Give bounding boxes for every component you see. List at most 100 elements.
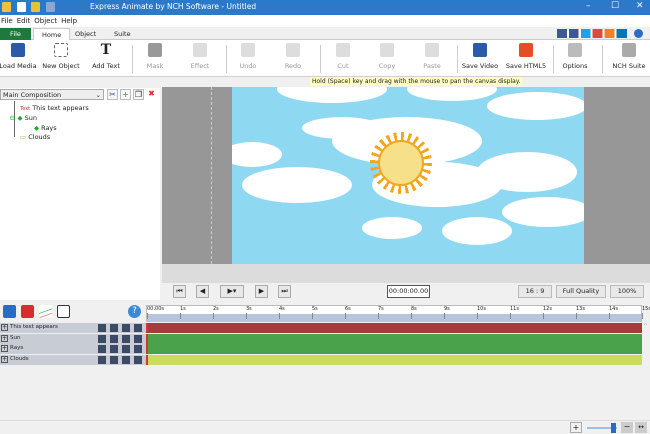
effects-icon[interactable] [110,345,118,353]
lock-icon[interactable] [122,324,130,332]
new-object-button[interactable]: New Object [37,43,85,70]
title-bar: Express Animate by NCH Software - Untitl… [0,0,650,15]
effects-icon[interactable] [110,355,118,364]
zoom-slider-thumb[interactable] [610,423,616,433]
fit-timeline-icon[interactable] [57,305,70,318]
tree-item-sun[interactable]: ⊟ ◆ Sun [10,114,37,122]
zoom-fit-button[interactable]: ↔ [635,422,647,433]
zoom-level-button[interactable]: 100% [610,285,644,298]
new-file-icon[interactable] [17,2,26,12]
properties-icon[interactable] [134,324,142,332]
tab-file[interactable]: File [0,28,31,40]
tree-item-clouds[interactable]: ▭ Clouds [20,133,50,141]
track-label[interactable]: + Sun [0,333,146,344]
effects-icon[interactable] [110,334,118,343]
properties-icon[interactable] [134,334,142,343]
expand-icon[interactable]: + [1,324,8,331]
duplicate-composition-button[interactable]: ❐ [133,89,144,100]
minimize-button[interactable]: – [586,1,591,11]
timeline-track[interactable]: + Rays [0,344,642,354]
paste-button[interactable]: Paste [408,43,456,70]
visibility-icon[interactable] [98,334,106,343]
save-video-button[interactable]: Save Video [456,43,504,70]
animation-stage[interactable] [232,87,584,264]
composition-select[interactable]: Main Composition ⌄ [0,89,104,100]
timeline-track[interactable]: + Sun [0,333,642,344]
track-clip[interactable] [146,323,642,333]
track-clip[interactable] [146,344,642,354]
track-clip[interactable] [146,333,642,344]
track-clip[interactable] [146,354,642,365]
tab-object[interactable]: Object [67,28,104,40]
close-button[interactable]: ✕ [636,1,644,11]
lock-icon[interactable] [122,355,130,364]
expand-icon[interactable]: + [1,334,8,342]
zoom-in-button[interactable]: + [570,422,582,433]
timeline-track[interactable]: + This text appears [0,323,642,333]
properties-icon[interactable] [134,355,142,364]
previous-frame-button[interactable]: ◀ [196,285,209,298]
ruler-tick: 4s [279,306,285,319]
menu-object[interactable]: Object [33,15,60,25]
ruler-tick: 2s [213,306,219,319]
expand-icon[interactable]: + [1,345,8,352]
tree-item-text[interactable]: Text This text appears [20,104,89,112]
cut-button[interactable]: Cut [319,43,367,70]
tab-home[interactable]: Home [33,28,71,40]
keyframe-curve-icon[interactable] [39,305,52,318]
effects-icon[interactable] [110,324,118,332]
zoom-out-button[interactable]: − [621,422,633,433]
expand-icon[interactable]: + [1,355,8,363]
save-html5-button[interactable]: Save HTML5 [502,43,550,70]
magnet-snap-icon[interactable] [21,305,34,318]
quality-button[interactable]: Full Quality [556,285,606,298]
help-icon[interactable] [634,29,643,38]
menu-file[interactable]: File [0,15,16,25]
options-button[interactable]: Options [551,43,599,70]
add-text-button[interactable]: T Add Text [82,43,130,70]
properties-icon[interactable] [134,345,142,353]
composition-settings-button[interactable]: ✂ [107,89,118,100]
copy-button[interactable]: Copy [363,43,411,70]
tab-suite[interactable]: Suite [106,28,139,40]
save-icon[interactable] [46,2,55,12]
menu-help[interactable]: Help [60,15,80,25]
go-to-start-button[interactable]: ⏮ [173,285,186,298]
new-object-icon [54,43,68,57]
redo-icon [286,43,300,57]
timeline-track[interactable]: + Clouds [0,354,642,365]
tree-item-rays[interactable]: ◆ Rays [34,124,57,132]
track-label[interactable]: + Clouds [0,354,146,365]
help-icon[interactable]: ? [128,305,141,318]
visibility-icon[interactable] [98,345,106,353]
effect-button[interactable]: Effect [176,43,224,70]
open-folder-icon[interactable] [31,2,40,12]
aspect-ratio-button[interactable]: 16 : 9 [518,285,552,298]
cloud [407,87,497,101]
mask-button[interactable]: Mask [131,43,179,70]
load-media-button[interactable]: Load Media [0,43,42,70]
add-composition-button[interactable]: + [120,89,131,100]
track-label[interactable]: + This text appears [0,323,146,333]
maximize-button[interactable]: ☐ [611,1,619,11]
time-display[interactable]: 00:00:00.00 [387,285,430,298]
audio-icon[interactable] [3,305,16,318]
social-share-icons[interactable] [557,29,627,38]
nch-suite-button[interactable]: NCH Suite [605,43,650,70]
visibility-icon[interactable] [98,324,106,332]
visibility-icon[interactable] [98,355,106,364]
next-frame-button[interactable]: ▶ [255,285,268,298]
menu-edit[interactable]: Edit [16,15,34,25]
track-label[interactable]: + Rays [0,344,146,354]
scroll-up-arrow[interactable]: ^ [643,323,648,330]
playhead-range[interactable] [147,314,641,322]
play-button[interactable]: ▶▾ [220,285,244,298]
lock-icon[interactable] [122,345,130,353]
undo-button[interactable]: Undo [224,43,272,70]
timeline-ruler[interactable]: 00:00s 1s 2s 3s 4s 5s 6s 7s 8s 9s 10s 11s 12s 13s 14s 1… [146,305,650,322]
menu-bar: File Edit Object Help [0,15,650,27]
go-to-end-button[interactable]: ⏭ [278,285,291,298]
lock-icon[interactable] [122,334,130,343]
redo-button[interactable]: Redo [269,43,317,70]
delete-composition-button[interactable]: ✖ [146,89,157,100]
